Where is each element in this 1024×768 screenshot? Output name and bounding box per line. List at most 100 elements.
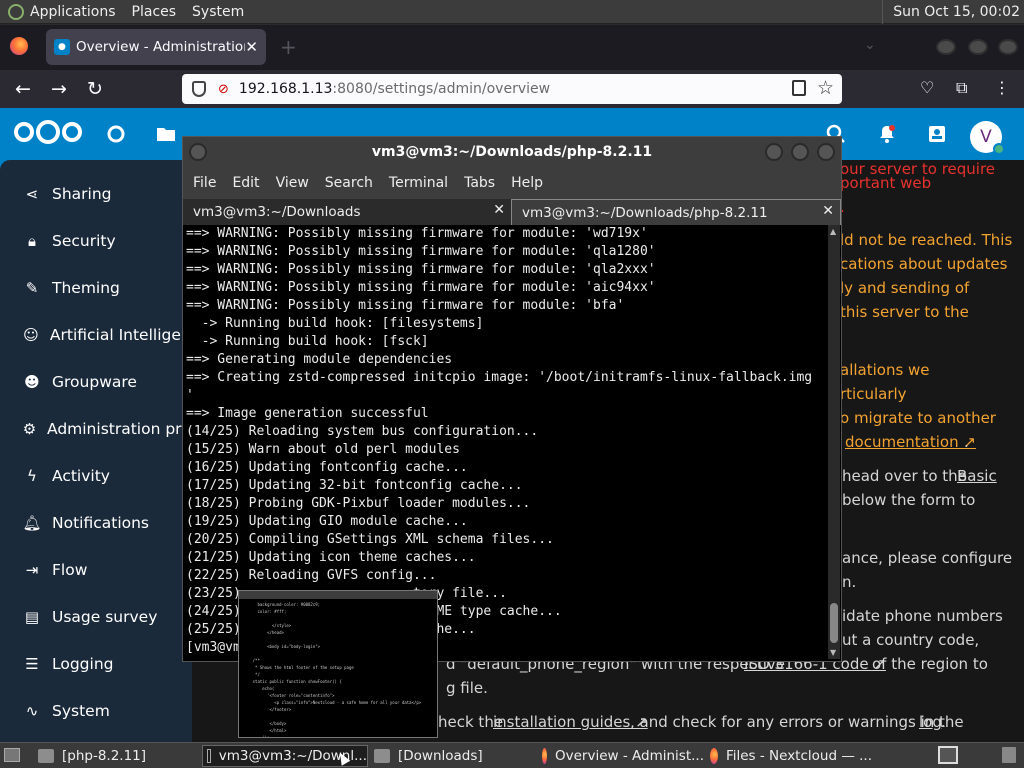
terminal-icon (207, 749, 211, 763)
trash-icon[interactable] (1002, 747, 1016, 763)
log-link[interactable]: log (919, 712, 942, 732)
terminal-tab[interactable]: vm3@vm3:~/Downloads ✕ (183, 199, 511, 225)
pocket-icon[interactable]: ♡ (920, 78, 934, 97)
sidebar-item-usage[interactable]: ▤ Usage survey (0, 597, 192, 637)
nextcloud-logo-icon[interactable] (14, 120, 82, 144)
terminal-menu-file[interactable]: File (193, 175, 216, 191)
terminal-line: (21/25) Updating icon theme caches... (186, 550, 476, 565)
sidebar-item-groupware[interactable]: ☻ Groupware (0, 362, 192, 402)
new-tab-plus-icon[interactable]: + (280, 35, 297, 59)
taskbar-item[interactable]: [php-8.2.11] (34, 745, 200, 767)
window-close-button[interactable] (998, 39, 1018, 55)
firefox-view-icon[interactable] (10, 37, 28, 55)
taskbar-item[interactable]: Overview - Administ... (538, 745, 704, 767)
terminal-menu-edit[interactable]: Edit (232, 175, 259, 191)
sidebar-item-label: Administration privileges (46, 420, 192, 438)
sidebar-item-administration[interactable]: ⚙ Administration privileges (0, 409, 192, 449)
terminal-titlebar[interactable]: vm3@vm3:~/Downloads/php-8.2.11 (183, 137, 841, 169)
user-avatar[interactable]: V (970, 121, 1005, 155)
terminal-menu-search[interactable]: Search (325, 175, 373, 191)
close-tab-icon[interactable]: ✕ (245, 38, 258, 56)
sidebar-item-label: Theming (52, 279, 120, 297)
terminal-close-button[interactable] (817, 143, 835, 161)
files-folder-icon[interactable] (156, 124, 176, 144)
scroll-down-icon[interactable]: ▼ (830, 648, 836, 657)
terminal-line: ==> WARNING: Possibly missing firmware f… (186, 280, 656, 295)
share-icon: ⋖ (25, 185, 39, 203)
terminal-line: (22/25) Reloading GVFS config... (186, 568, 437, 583)
taskbar-item[interactable]: Files - Nextcloud — ... (706, 745, 872, 767)
close-tab-icon[interactable]: ✕ (822, 203, 834, 219)
dashboard-circle-icon[interactable] (106, 124, 126, 144)
scroll-up-icon[interactable]: ▲ (830, 227, 836, 236)
sidebar-item-activity[interactable]: ϟ Activity (0, 456, 192, 496)
url-bar[interactable]: ⊘ 192.168.1.13 :8080/settings/admin/over… (182, 74, 842, 104)
back-arrow-icon[interactable]: ← (10, 76, 36, 102)
applications-menu[interactable]: Applications (30, 4, 116, 20)
tracking-protection-shield-icon[interactable] (192, 81, 206, 97)
phone-region-text: idate phone numbers (842, 607, 1003, 625)
url-host: 192.168.1.13 (238, 81, 333, 97)
terminal-line: ==> WARNING: Possibly missing firmware f… (186, 298, 625, 313)
terminal-minimize-button[interactable] (765, 143, 783, 161)
app-menu-icon[interactable]: ⋮ (994, 78, 1010, 97)
panel-clock[interactable]: Sun Oct 15, 00:02 (882, 0, 1024, 24)
clipboard-icon: ▤ (24, 608, 40, 626)
folder-icon (374, 749, 390, 763)
online-status-icon (993, 143, 1005, 155)
window-maximize-button[interactable] (968, 39, 988, 55)
list-tabs-chevron-icon[interactable]: ⌄ (864, 37, 876, 53)
terminal-window[interactable]: vm3@vm3:~/Downloads/php-8.2.11 File Edit… (182, 136, 842, 662)
terminal-line: (17/25) Updating 32-bit fontconfig cache… (186, 478, 523, 493)
browser-nav-bar: ← → ↻ ⊘ 192.168.1.13 :8080/settings/admi… (0, 70, 1024, 108)
terminal-menu-view[interactable]: View (276, 175, 309, 191)
browser-tab-title: Overview - Administration s (75, 39, 246, 55)
basic-settings-link[interactable]: Basic (957, 466, 997, 486)
sidebar-item-system[interactable]: ∿ System (0, 691, 192, 731)
taskbar-item[interactable]: [Downloads] (370, 745, 536, 767)
terminal-menu-help[interactable]: Help (511, 175, 543, 191)
sidebar-item-label: System (52, 702, 110, 720)
terminal-scrollbar[interactable]: ▲ ▼ (828, 225, 840, 659)
notifications-bell-icon[interactable] (877, 124, 897, 144)
system-menu[interactable]: System (192, 4, 244, 20)
documentation-link[interactable]: documentation ↗ (845, 432, 976, 452)
browser-tab-active[interactable]: ● Overview - Administration s ✕ (46, 29, 266, 65)
terminal-line: (15/25) Warn about old perl modules (186, 442, 460, 457)
window-minimize-button[interactable] (936, 39, 956, 55)
contacts-card-icon[interactable] (927, 124, 947, 144)
sidebar-item-label: Notifications (52, 514, 150, 532)
places-menu[interactable]: Places (132, 4, 177, 20)
sidebar-item-theming[interactable]: ✎ Theming (0, 268, 192, 308)
sidebar-item-artificial[interactable]: ☺ Artificial Intelligence (0, 315, 192, 355)
database-warning-text: rticularly (840, 385, 907, 403)
terminal-line: ==> WARNING: Possibly missing firmware f… (186, 244, 656, 259)
terminal-maximize-button[interactable] (791, 143, 809, 161)
sidebar-item-sharing[interactable]: ⋖ Sharing (0, 174, 192, 214)
robot-icon: ☺ (23, 326, 39, 344)
installation-guides-link[interactable]: installation guides ↗ (493, 712, 648, 732)
extensions-puzzle-icon[interactable]: ⧉ (956, 78, 967, 98)
taskbar-item-label: Files - Nextcloud — ... (725, 748, 872, 764)
forward-arrow-icon[interactable]: → (46, 76, 72, 102)
sidebar-item-label: Artificial Intelligence (49, 326, 192, 344)
sidebar-item-logging[interactable]: ☰ Logging (0, 644, 192, 684)
sidebar-item-security[interactable]: 🔒︎ Security (0, 221, 192, 261)
insecure-lock-icon[interactable]: ⊘ (218, 82, 229, 97)
bookmark-star-icon[interactable]: ☆ (817, 77, 834, 99)
distro-logo-icon[interactable] (8, 3, 24, 20)
reload-icon[interactable]: ↻ (82, 76, 108, 102)
terminal-tab-active[interactable]: vm3@vm3:~/Downloads/php-8.2.11 ✕ (511, 199, 841, 225)
workspace-switcher[interactable] (938, 746, 958, 764)
reader-view-icon[interactable] (792, 80, 806, 96)
sidebar-item-flow[interactable]: ⇥ Flow (0, 550, 192, 590)
avatar-letter: V (980, 127, 992, 147)
phone-region-text: ut a country code, (842, 631, 980, 649)
sidebar-item-notifications[interactable]: 🔔︎ Notifications (0, 503, 192, 543)
period-text: . (964, 433, 969, 451)
close-tab-icon[interactable]: ✕ (493, 202, 505, 218)
terminal-menu-terminal[interactable]: Terminal (389, 175, 448, 191)
scrollbar-thumb[interactable] (830, 603, 838, 643)
terminal-menu-tabs[interactable]: Tabs (464, 175, 495, 191)
show-desktop-icon[interactable] (4, 748, 20, 762)
